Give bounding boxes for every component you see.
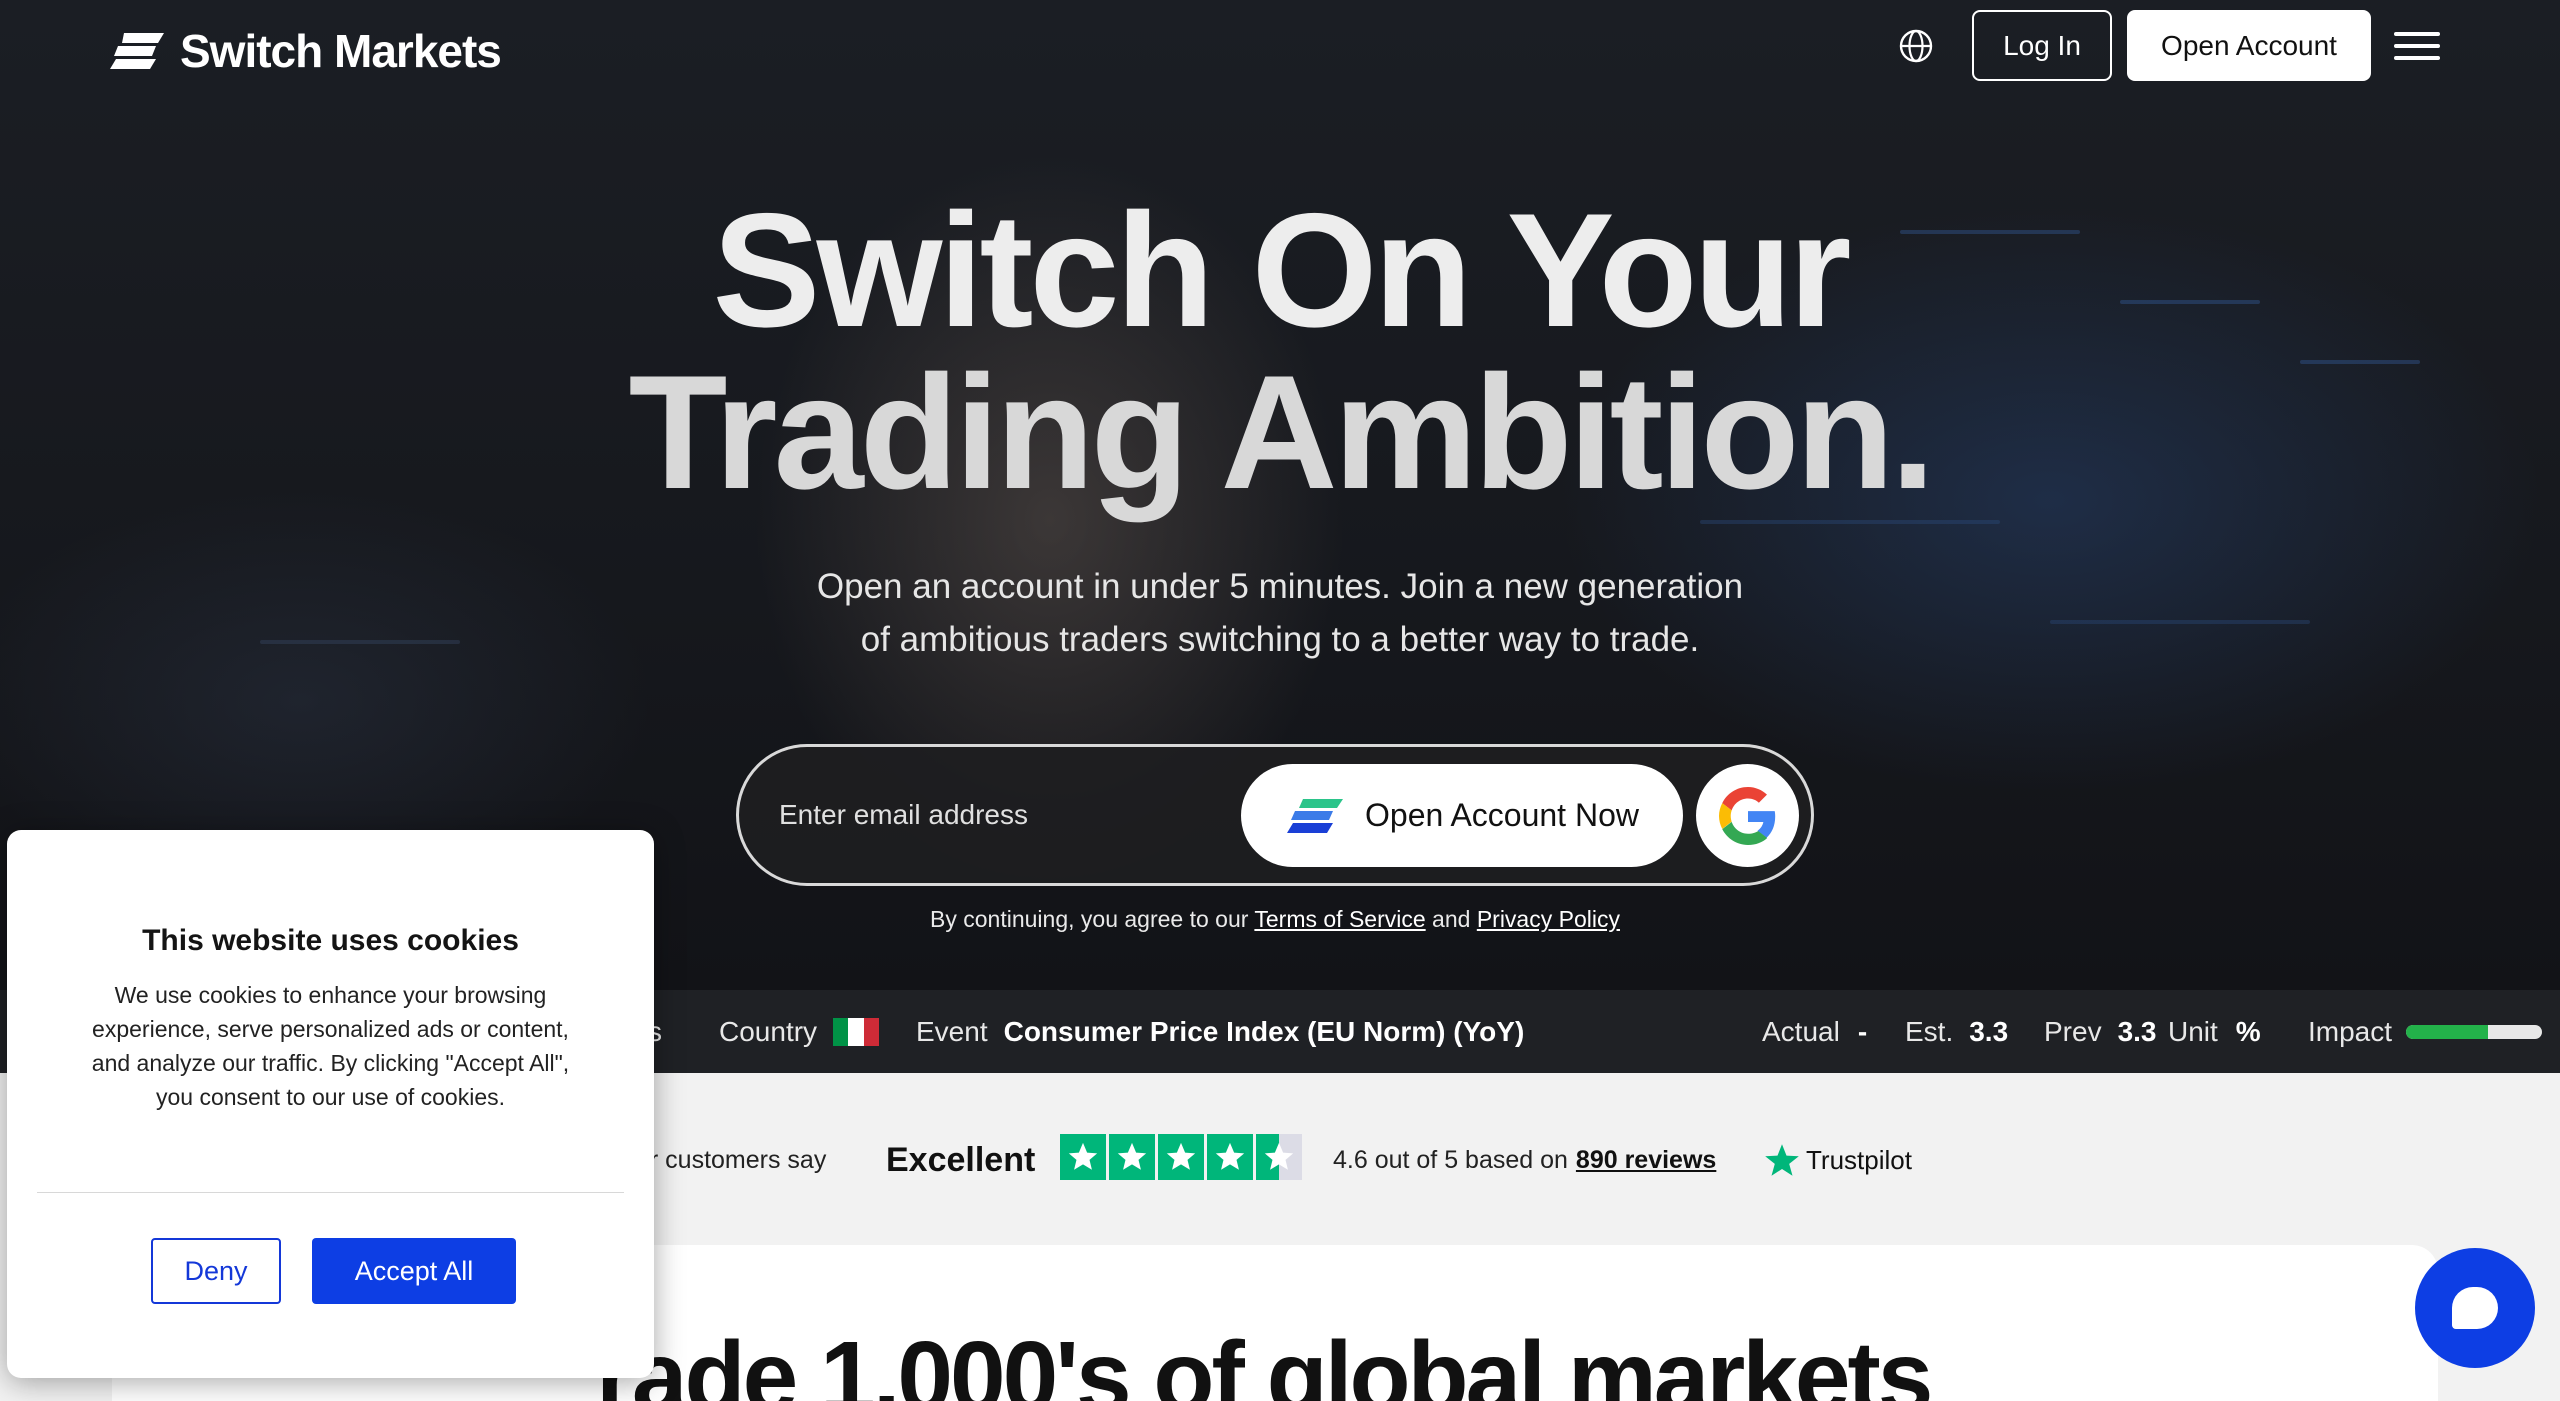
cookie-body: We use cookies to enhance your browsing …: [91, 982, 570, 1110]
email-input[interactable]: [779, 783, 1219, 847]
flag-stripe-2: [848, 1017, 864, 1046]
cookie-divider: [37, 1192, 624, 1193]
star-rating: [1060, 1132, 1302, 1182]
terms-prefix: By continuing, you agree to our: [930, 906, 1249, 932]
country-label: Country: [719, 1015, 818, 1047]
terms-and: and: [1432, 906, 1471, 932]
flag-stripe-3: [863, 1017, 880, 1046]
cookie-banner: This website uses cookies We use cookies…: [7, 830, 654, 1378]
unit-value: %: [2235, 1015, 2261, 1047]
prev-label: Prev: [2044, 1015, 2102, 1047]
est-value: 3.3: [1969, 1015, 2009, 1047]
hero-subtitle-line1: Open an account in under 5 minutes. Join…: [816, 567, 1744, 606]
prev-value: 3.3: [2117, 1015, 2157, 1047]
event-value: Consumer Price Index (EU Norm) (YoY): [1003, 1015, 1525, 1047]
hero-subtitle-line2: of ambitious traders switching to a bett…: [860, 620, 1700, 659]
globe-icon[interactable]: [1898, 28, 1934, 64]
ticker-unit: Unit %: [2168, 990, 2261, 1073]
ticker-event: Event Consumer Price Index (EU Norm) (Yo…: [916, 990, 1524, 1073]
menu-icon[interactable]: [2394, 32, 2440, 60]
impact-meter: [2406, 1024, 2543, 1039]
hero-subtitle: Open an account in under 5 minutes. Join…: [680, 560, 1880, 666]
chat-icon: [2452, 1287, 2498, 1329]
italy-flag-icon: [833, 1017, 880, 1046]
google-signin-button[interactable]: [1696, 764, 1799, 867]
terms-notice: By continuing, you agree to our Terms of…: [700, 906, 1850, 933]
ticker-estimate: Est. 3.3: [1905, 990, 2008, 1073]
trustpilot-logo[interactable]: Trustpilot: [1764, 1135, 1912, 1185]
unit-label: Unit: [2168, 1015, 2218, 1047]
actual-label: Actual: [1762, 1015, 1840, 1047]
open-account-now-label: Open Account Now: [1365, 797, 1639, 833]
star-icon: [1060, 1134, 1106, 1180]
star-icon: [1207, 1134, 1253, 1180]
star-icon: [1256, 1134, 1302, 1180]
impact-label: Impact: [2308, 1015, 2393, 1047]
reviews-link[interactable]: 890 reviews: [1576, 1146, 1716, 1175]
star-icon: [1109, 1134, 1155, 1180]
ticker-impact: Impact: [2308, 990, 2543, 1073]
deny-cookies-button[interactable]: Deny: [151, 1238, 281, 1304]
trustpilot-icon: [1765, 1144, 1799, 1176]
hero-title-line1: Switch On Your: [712, 180, 1851, 361]
hero-title: Switch On Your Trading Ambition.: [480, 190, 2080, 514]
ticker-country: Country: [719, 990, 880, 1073]
event-label: Event: [916, 1015, 988, 1047]
logo-icon: [110, 33, 164, 69]
ticker-previous: Prev 3.3: [2044, 990, 2157, 1073]
google-icon: [1718, 786, 1775, 845]
login-button[interactable]: Log In: [1972, 10, 2112, 81]
rating-summary: 4.6 out of 5 based on 890 reviews: [1333, 1135, 1716, 1185]
open-account-now-button[interactable]: Open Account Now: [1241, 764, 1683, 867]
signup-form: Open Account Now: [736, 744, 1814, 886]
rating-word: Excellent: [886, 1140, 1036, 1179]
switch-logo-icon: [1287, 798, 1344, 833]
brand-logo[interactable]: Switch Markets: [110, 24, 502, 78]
accept-all-cookies-button[interactable]: Accept All: [312, 1238, 516, 1304]
trustpilot-name: Trustpilot: [1806, 1144, 1912, 1175]
customers-say-label: ur customers say: [636, 1145, 827, 1174]
markets-headline: rade 1,000's of global markets: [596, 1321, 1933, 1401]
cookie-title: This website uses cookies: [142, 924, 519, 957]
live-chat-button[interactable]: [2415, 1248, 2535, 1368]
flag-stripe-1: [833, 1017, 849, 1046]
impact-meter-fill: [2406, 1024, 2488, 1039]
star-icon: [1158, 1134, 1204, 1180]
terms-of-service-link[interactable]: Terms of Service: [1254, 906, 1425, 932]
open-account-button[interactable]: Open Account: [2127, 10, 2371, 81]
privacy-policy-link[interactable]: Privacy Policy: [1477, 906, 1620, 932]
brand-name: Switch Markets: [180, 25, 502, 77]
actual-value: -: [1857, 1015, 1868, 1047]
est-label: Est.: [1905, 1015, 1954, 1047]
hero-title-line2: Trading Ambition.: [628, 342, 1936, 523]
score-text: 4.6 out of 5 based on: [1333, 1145, 1568, 1174]
ticker-actual: Actual -: [1762, 990, 1867, 1073]
